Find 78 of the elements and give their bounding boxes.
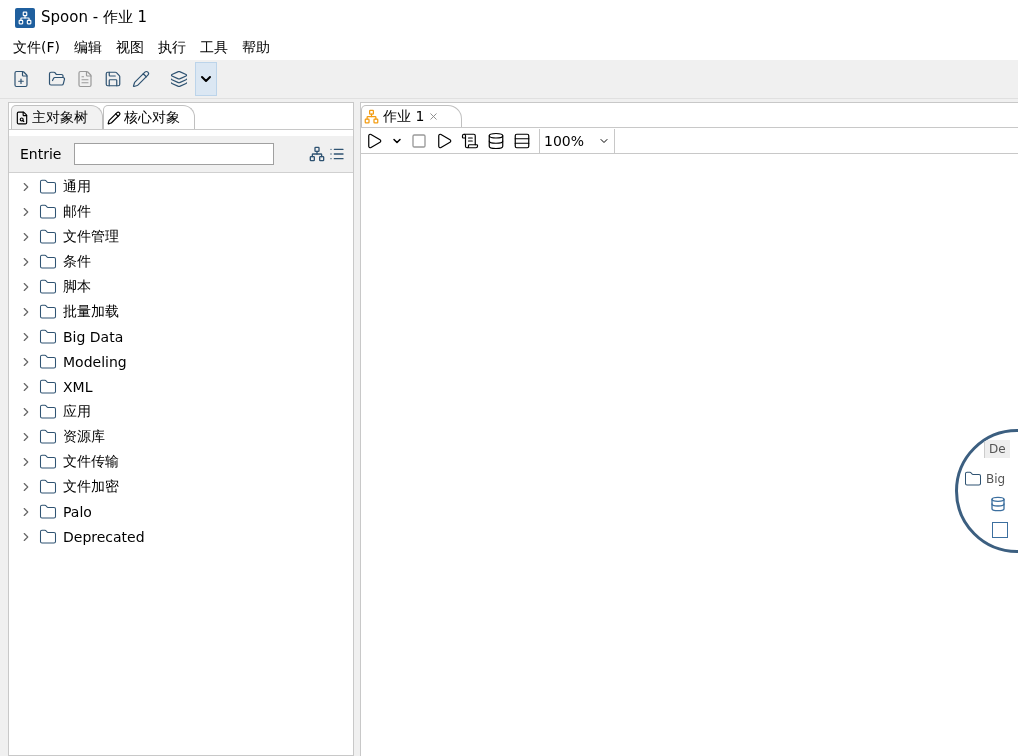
window-title: Spoon - 作业 1 <box>41 8 148 27</box>
tree-view-icon[interactable] <box>309 146 325 162</box>
document-icon <box>76 70 94 88</box>
folder-icon <box>964 470 982 488</box>
tree-item-label: Deprecated <box>63 528 145 545</box>
folder-icon <box>39 202 57 221</box>
new-file-icon <box>12 70 30 88</box>
tree-item-label: 邮件 <box>63 202 91 221</box>
menu-item[interactable]: 视图 <box>111 38 149 57</box>
search-label: Entrie <box>20 146 63 162</box>
tree-item-label: 文件管理 <box>63 227 119 246</box>
tree-item[interactable]: 脚本 <box>9 274 353 299</box>
tree-item[interactable]: Palo <box>9 499 353 524</box>
tree-item[interactable]: XML <box>9 374 353 399</box>
dropdown-button[interactable] <box>196 63 216 95</box>
zoom-select[interactable]: 100% <box>539 128 615 153</box>
tree-item[interactable]: Big Data <box>9 324 353 349</box>
menu-item[interactable]: 编辑 <box>69 38 107 57</box>
tree-item[interactable]: 批量加载 <box>9 299 353 324</box>
folder-icon <box>39 227 57 246</box>
tree-item-label: XML <box>63 378 93 395</box>
tree-item[interactable]: 邮件 <box>9 199 353 224</box>
script-icon[interactable] <box>461 131 479 150</box>
panel-tab[interactable]: 主对象树 <box>11 105 103 129</box>
panel-tab[interactable]: 核心对象 <box>103 105 195 129</box>
menu-item[interactable]: 帮助 <box>237 38 275 57</box>
folder-icon <box>39 527 57 546</box>
app-logo-icon <box>15 7 35 28</box>
tree-item-label: 文件加密 <box>63 477 119 496</box>
tree-item[interactable]: 通用 <box>9 174 353 199</box>
database-icon <box>990 496 1006 512</box>
tree-item[interactable]: 应用 <box>9 399 353 424</box>
menu-item[interactable]: 执行 <box>153 38 191 57</box>
tree-item-label: Big Data <box>63 328 124 345</box>
folder-icon <box>39 477 57 496</box>
run-icon[interactable] <box>365 131 383 150</box>
folder-icon <box>39 377 57 396</box>
tree-item-label: 资源库 <box>63 427 105 446</box>
list-view-icon[interactable] <box>329 146 345 162</box>
job-icon <box>364 109 379 124</box>
pencil-icon <box>107 110 121 125</box>
tree-item-label: 脚本 <box>63 277 91 296</box>
folder-icon <box>39 502 57 521</box>
tree-item[interactable]: 文件管理 <box>9 224 353 249</box>
search-field[interactable] <box>74 143 274 165</box>
menu-item[interactable]: 工具 <box>195 38 233 57</box>
folder-icon <box>39 452 57 471</box>
rows-icon[interactable] <box>513 131 531 150</box>
folder-icon <box>39 427 57 446</box>
tree-item-label: Modeling <box>63 353 127 370</box>
folder-icon <box>39 252 57 271</box>
tree-item-label: Palo <box>63 503 92 520</box>
tree-item-label: 批量加载 <box>63 302 119 321</box>
tree-item[interactable]: Deprecated <box>9 524 353 549</box>
tree-item-label: 通用 <box>63 177 91 196</box>
folder-icon <box>39 352 57 371</box>
tree-item[interactable]: 条件 <box>9 249 353 274</box>
layers-icon <box>170 70 188 88</box>
pencil-icon <box>132 70 150 88</box>
tree-item-label: 文件传输 <box>63 452 119 471</box>
document-search-icon <box>15 110 29 125</box>
tree-item[interactable]: 文件传输 <box>9 449 353 474</box>
folder-icon <box>39 177 57 196</box>
job-tab[interactable]: 作业 1 <box>361 105 463 127</box>
folder-icon <box>39 277 57 296</box>
folder-icon <box>39 327 57 346</box>
tree-item[interactable]: 资源库 <box>9 424 353 449</box>
folder-icon <box>39 402 57 421</box>
folder-icon <box>39 302 57 321</box>
close-icon[interactable] <box>428 111 440 122</box>
tree-item-label: 应用 <box>63 402 91 421</box>
tree-item[interactable]: Modeling <box>9 349 353 374</box>
tree-item[interactable]: 文件加密 <box>9 474 353 499</box>
menu-item[interactable]: 文件(F) <box>8 38 65 57</box>
save-icon <box>104 70 122 88</box>
magnified-label: Big <box>986 472 1006 486</box>
tree-item-label: 条件 <box>63 252 91 271</box>
folder-icon <box>48 70 66 88</box>
